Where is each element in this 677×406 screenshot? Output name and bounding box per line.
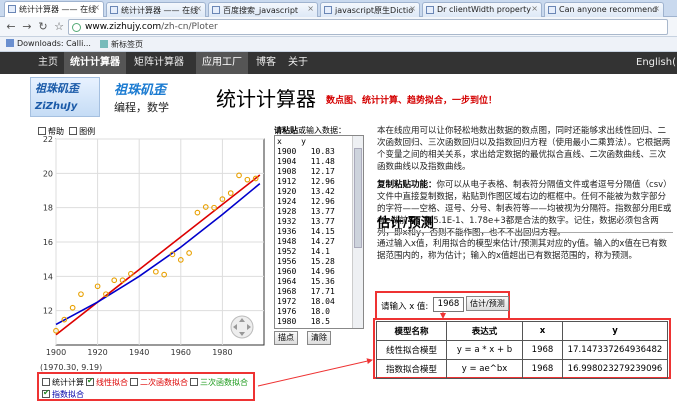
annotation-arrows: [257, 312, 446, 387]
arrow-to-table: [257, 358, 373, 387]
